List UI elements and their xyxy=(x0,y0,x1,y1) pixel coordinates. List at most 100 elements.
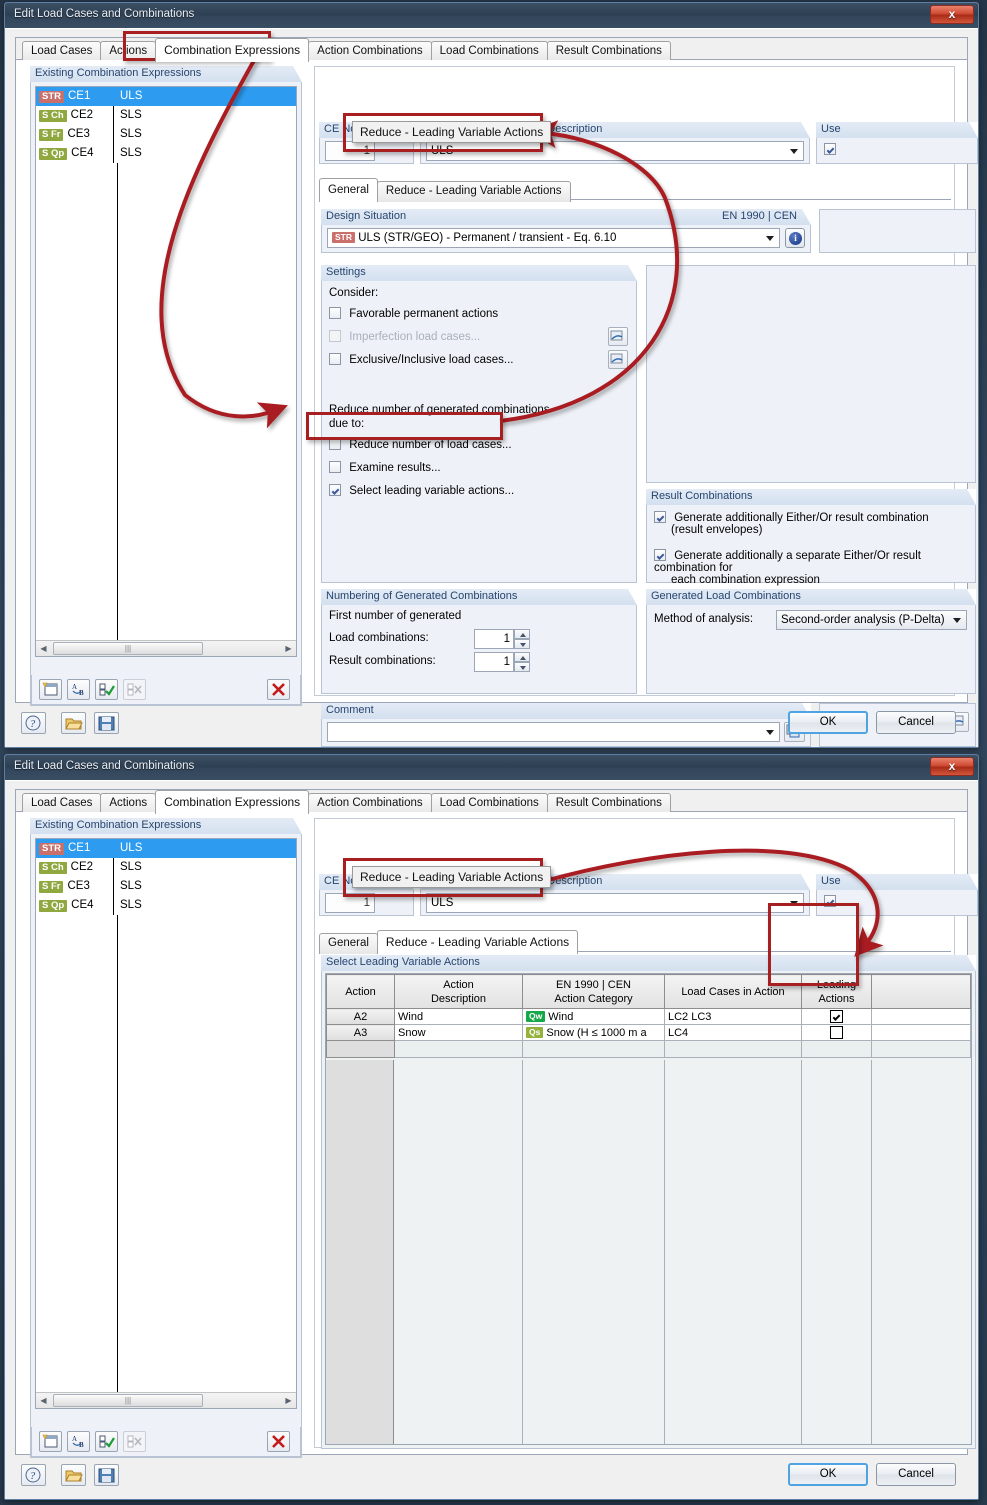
load-combinations-stepper[interactable]: 1 xyxy=(474,629,530,649)
check-all-icon[interactable] xyxy=(95,679,118,700)
delete-x-icon[interactable] xyxy=(267,679,290,700)
new-page-icon[interactable] xyxy=(39,1431,62,1452)
row-action-empty[interactable] xyxy=(326,1040,395,1058)
tab-load-cases[interactable]: Load Cases xyxy=(22,41,102,62)
existing-expressions-list[interactable]: STR CE1 ULS S Ch CE2 SLS S Fr CE3 SLS S … xyxy=(35,86,297,657)
help-icon[interactable]: ? xyxy=(21,712,46,734)
row-leading-empty[interactable] xyxy=(801,1040,872,1058)
open-folder-icon[interactable] xyxy=(61,712,86,734)
scroll-left-arrow[interactable]: ◀ xyxy=(38,643,49,654)
tab-actions[interactable]: Actions xyxy=(100,41,157,62)
existing-expressions-list[interactable]: STR CE1 ULS S Ch CE2 SLS S Fr CE3 SLS S … xyxy=(35,838,297,1409)
table-row[interactable]: A2 Wind Qw Wind LC2 LC3 xyxy=(326,1008,971,1025)
reduce-number-of-load-cases-checkbox[interactable] xyxy=(329,438,341,450)
imperfection-load-cases-row[interactable]: Imperfection load cases... xyxy=(329,330,480,343)
help-icon[interactable]: ? xyxy=(21,1464,46,1486)
close-button[interactable]: x xyxy=(930,5,974,24)
list-item[interactable]: S Qp CE4 SLS xyxy=(36,144,296,163)
examine-results-checkbox[interactable] xyxy=(329,461,341,473)
list-item[interactable]: S Qp CE4 SLS xyxy=(36,896,296,915)
list-item[interactable]: S Fr CE3 SLS xyxy=(36,125,296,144)
rename-ab-icon[interactable]: AB xyxy=(67,1431,90,1452)
open-folder-icon[interactable] xyxy=(61,1464,86,1486)
list-item[interactable]: STR CE1 ULS xyxy=(36,839,296,858)
chevron-down-icon[interactable] xyxy=(790,901,798,906)
row-leading-cell[interactable] xyxy=(801,1024,872,1041)
ok-button[interactable]: OK xyxy=(788,1463,868,1486)
favorable-permanent-actions-row[interactable]: Favorable permanent actions xyxy=(329,307,498,320)
examine-results-row[interactable]: Examine results... xyxy=(329,461,441,474)
scroll-right-arrow[interactable]: ▶ xyxy=(283,643,294,654)
chevron-down-icon[interactable] xyxy=(790,149,798,154)
generate-separate-either-or-row[interactable]: Generate additionally a separate Either/… xyxy=(654,549,970,586)
tab-combination-expressions[interactable]: Combination Expressions xyxy=(155,790,310,814)
row-action-a2[interactable]: A2 xyxy=(326,1008,395,1025)
list-item[interactable]: S Fr CE3 SLS xyxy=(36,877,296,896)
inner-tab-reduce-leading[interactable]: Reduce - Leading Variable Actions xyxy=(376,181,571,202)
stepper-down-icon[interactable] xyxy=(514,639,530,649)
grid-empty-area[interactable] xyxy=(326,1060,971,1444)
scroll-thumb[interactable]: ||| xyxy=(53,642,203,655)
list-item[interactable]: S Ch CE2 SLS xyxy=(36,858,296,877)
row-load-cases[interactable]: LC2 LC3 xyxy=(664,1008,802,1025)
check-all-icon[interactable] xyxy=(95,1431,118,1452)
inner-tab-general[interactable]: General xyxy=(319,178,378,202)
ok-button[interactable]: OK xyxy=(788,711,868,734)
list-horizontal-scrollbar[interactable]: ◀ ||| ▶ xyxy=(36,1392,296,1408)
generate-separate-either-or-checkbox[interactable] xyxy=(654,549,666,561)
row-load-cases[interactable]: LC4 xyxy=(664,1024,802,1041)
generate-either-or-checkbox[interactable] xyxy=(654,511,666,523)
use-checkbox[interactable] xyxy=(824,895,836,907)
scroll-right-arrow[interactable]: ▶ xyxy=(283,1395,294,1406)
stepper-up-icon[interactable] xyxy=(514,652,530,662)
tab-action-combinations[interactable]: Action Combinations xyxy=(308,793,432,814)
row-category-cell[interactable]: Qs Snow (H ≤ 1000 m a xyxy=(522,1024,665,1041)
tab-combination-expressions[interactable]: Combination Expressions xyxy=(155,38,310,62)
select-leading-variable-actions-checkbox[interactable] xyxy=(329,484,341,496)
load-combinations-value[interactable]: 1 xyxy=(474,629,514,649)
row-description[interactable]: Wind xyxy=(394,1008,523,1025)
list-item[interactable]: STR CE1 ULS xyxy=(36,87,296,106)
table-row-empty[interactable] xyxy=(326,1040,971,1058)
favorable-permanent-actions-checkbox[interactable] xyxy=(329,307,341,319)
result-combinations-value[interactable]: 1 xyxy=(474,652,514,672)
description-combo[interactable]: ULS xyxy=(426,141,804,161)
row-leading-cell[interactable] xyxy=(801,1008,872,1025)
close-button[interactable]: x xyxy=(930,757,974,776)
imperfection-load-cases-checkbox[interactable] xyxy=(329,330,341,342)
uncheck-all-icon[interactable] xyxy=(123,679,146,700)
stepper-up-icon[interactable] xyxy=(514,629,530,639)
result-combinations-stepper[interactable]: 1 xyxy=(474,652,530,672)
inner-tab-general[interactable]: General xyxy=(319,933,378,954)
cancel-button[interactable]: Cancel xyxy=(876,1463,956,1486)
inner-tab-reduce-leading[interactable]: Reduce - Leading Variable Actions xyxy=(376,930,579,954)
use-checkbox[interactable] xyxy=(824,143,836,155)
list-horizontal-scrollbar[interactable]: ◀ ||| ▶ xyxy=(36,640,296,656)
select-leading-variable-actions-row[interactable]: Select leading variable actions... xyxy=(329,484,514,497)
col-leading-actions[interactable]: Leading Actions xyxy=(801,974,872,1009)
scroll-thumb[interactable]: ||| xyxy=(53,1394,203,1407)
col-action-category[interactable]: EN 1990 | CEN Action Category xyxy=(522,974,665,1009)
save-disk-icon[interactable] xyxy=(94,1464,119,1486)
ce-no-input[interactable]: 1 xyxy=(325,141,375,161)
col-load-cases[interactable]: Load Cases in Action xyxy=(664,974,802,1009)
row-category-cell[interactable]: Qw Wind xyxy=(522,1008,665,1025)
imperfection-picker-icon[interactable] xyxy=(608,327,628,346)
row-description[interactable]: Snow xyxy=(394,1024,523,1041)
info-icon[interactable]: i xyxy=(785,228,805,248)
uncheck-all-icon[interactable] xyxy=(123,1431,146,1452)
row-description-empty[interactable] xyxy=(394,1040,523,1058)
col-action[interactable]: Action xyxy=(326,974,395,1009)
tab-actions[interactable]: Actions xyxy=(100,793,157,814)
exclusive-inclusive-checkbox[interactable] xyxy=(329,353,341,365)
row-action-a3[interactable]: A3 xyxy=(326,1024,395,1041)
generate-either-or-row[interactable]: Generate additionally Either/Or result c… xyxy=(654,511,964,536)
tab-load-cases[interactable]: Load Cases xyxy=(22,793,102,814)
table-row[interactable]: A3 Snow Qs Snow (H ≤ 1000 m a LC4 xyxy=(326,1024,971,1041)
tab-result-combinations[interactable]: Result Combinations xyxy=(546,793,671,814)
leading-action-checkbox[interactable] xyxy=(830,1025,843,1039)
leading-actions-grid[interactable]: Action Action Description EN 1990 | CEN xyxy=(325,973,972,1445)
new-page-icon[interactable] xyxy=(39,679,62,700)
reduce-number-of-load-cases-row[interactable]: Reduce number of load cases... xyxy=(329,438,512,451)
ce-no-input[interactable]: 1 xyxy=(325,893,375,913)
